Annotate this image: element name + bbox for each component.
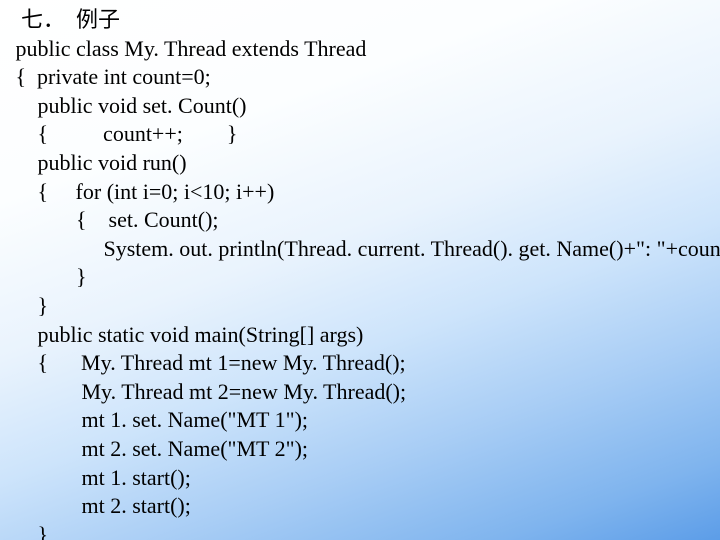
code-line: } [10,521,714,540]
code-line: System. out. println(Thread. current. Th… [10,235,714,264]
code-line: public class My. Thread extends Thread [10,35,714,64]
code-line: { count++; } [10,120,714,149]
code-line: My. Thread mt 2=new My. Thread(); [10,378,714,407]
code-line: mt 2. set. Name("MT 2"); [10,435,714,464]
code-line: { private int count=0; [10,63,714,92]
code-line: public void run() [10,149,714,178]
code-line: { set. Count(); [10,206,714,235]
code-line: public static void main(String[] args) [10,321,714,350]
code-line: } [10,292,714,321]
code-line: { for (int i=0; i<10; i++) [10,178,714,207]
code-line: mt 1. start(); [10,464,714,493]
code-line: public void set. Count() [10,92,714,121]
slide-heading: 七． 例子 [10,6,714,35]
code-line: mt 2. start(); [10,492,714,521]
code-line: { My. Thread mt 1=new My. Thread(); [10,349,714,378]
code-line: mt 1. set. Name("MT 1"); [10,406,714,435]
code-line: } [10,263,714,292]
